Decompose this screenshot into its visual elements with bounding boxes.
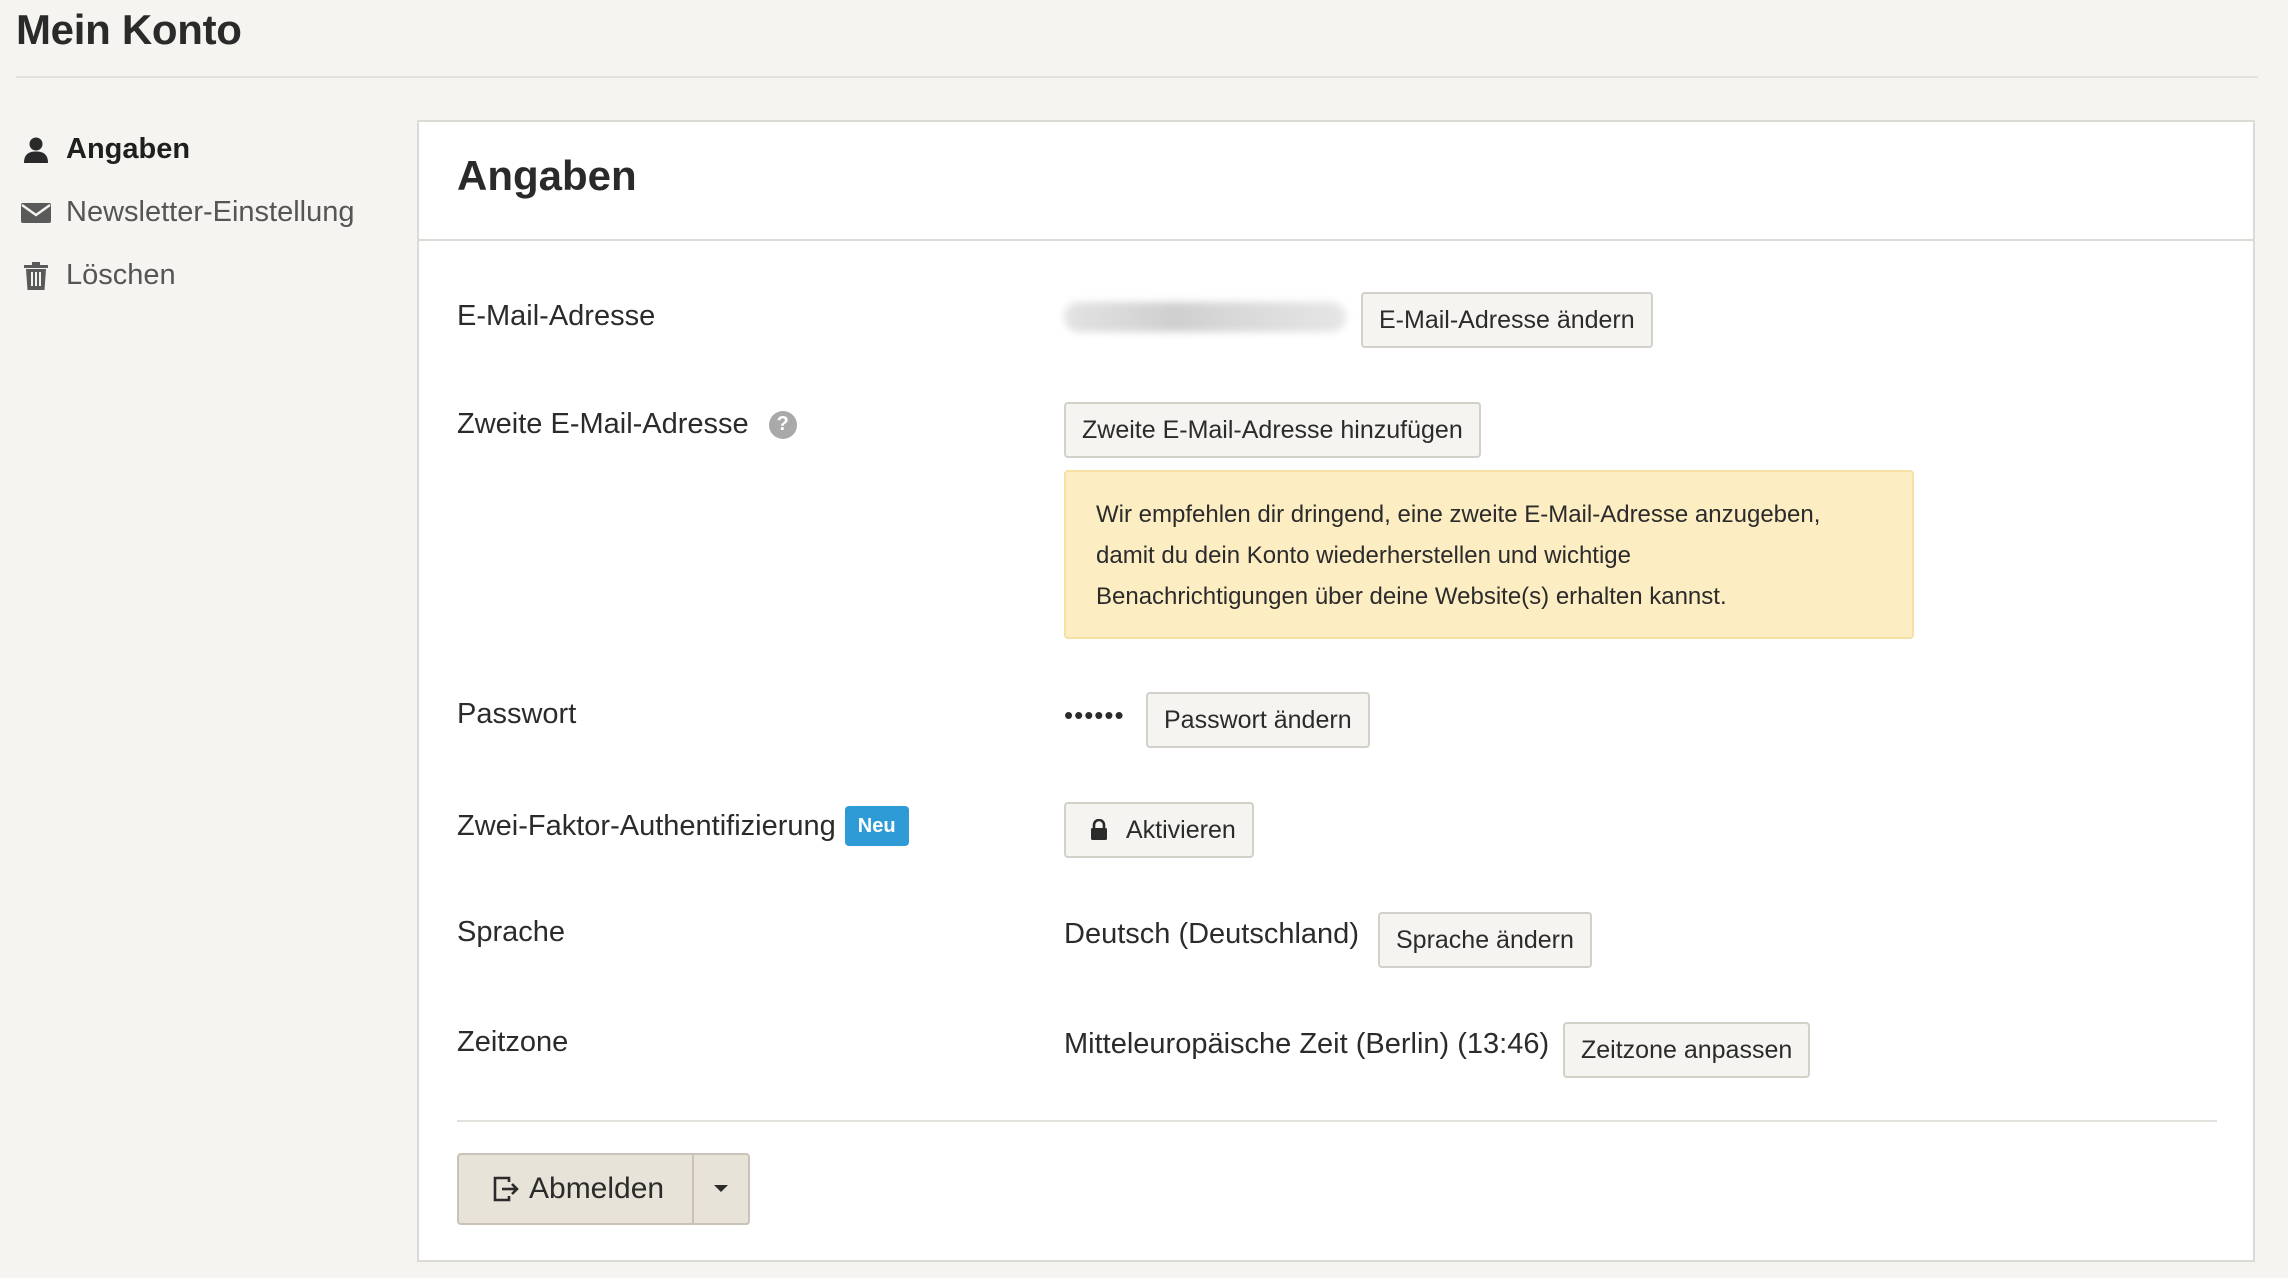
two-factor-label-row: Zwei-Faktor-Authentifizierung Neu <box>457 806 909 846</box>
change-password-button[interactable]: Passwort ändern <box>1146 692 1370 748</box>
sign-out-icon <box>491 1174 521 1204</box>
notice-line: Wir empfehlen dir dringend, eine zweite … <box>1096 501 1821 528</box>
card-header: Angaben <box>419 122 2253 241</box>
sidebar-item-label: Angaben <box>66 133 191 165</box>
page-title: Mein Konto <box>16 6 242 53</box>
caret-down-icon <box>713 1184 729 1194</box>
second-email-label: Zweite E-Mail-Adresse <box>457 408 749 440</box>
footer-divider <box>457 1120 2217 1122</box>
trash-icon <box>20 260 52 292</box>
sidebar-item-loeschen[interactable]: Löschen <box>20 244 400 307</box>
activate-two-factor-button[interactable]: Aktivieren <box>1064 802 1254 858</box>
notice-line: damit du dein Konto wiederherstellen und… <box>1096 542 1631 569</box>
notice-line: Benachrichtigungen über deine Website(s)… <box>1096 583 1727 610</box>
logout-dropdown-toggle[interactable] <box>694 1153 751 1225</box>
logout-label: Abmelden <box>529 1172 665 1205</box>
second-email-label-row: Zweite E-Mail-Adresse ? <box>457 408 797 441</box>
language-value: Deutsch (Deutschland) <box>1064 918 1359 950</box>
help-icon[interactable]: ? <box>768 410 797 439</box>
card-title: Angaben <box>457 152 637 199</box>
lock-icon <box>1090 819 1108 841</box>
sidebar-item-newsletter[interactable]: Newsletter-Einstellung <box>20 181 400 244</box>
sidebar-item-label: Löschen <box>66 259 176 291</box>
timezone-label: Zeitzone <box>457 1026 569 1058</box>
timezone-value: Mitteleuropäische Zeit (Berlin) (13:46) <box>1064 1028 1550 1060</box>
second-email-notice: Wir empfehlen dir dringend, eine zweite … <box>1064 470 1914 639</box>
sidebar-item-angaben[interactable]: Angaben <box>20 118 400 181</box>
sidebar-item-label: Newsletter-Einstellung <box>66 196 355 228</box>
header-divider <box>16 76 2258 78</box>
logout-button[interactable]: Abmelden <box>457 1153 695 1225</box>
activate-label: Aktivieren <box>1126 815 1236 844</box>
email-label: E-Mail-Adresse <box>457 300 656 332</box>
adjust-timezone-button[interactable]: Zeitzone anpassen <box>1563 1022 1811 1078</box>
add-second-email-button[interactable]: Zweite E-Mail-Adresse hinzufügen <box>1064 402 1481 458</box>
password-value: •••••• <box>1064 700 1125 730</box>
new-badge: Neu <box>844 806 909 846</box>
sidebar: Angaben Newsletter-Einstellung Löschen <box>20 118 400 307</box>
account-details-card: Angaben E-Mail-Adresse E-Mail-Adresse än… <box>417 120 2255 1262</box>
email-value-redacted <box>1064 302 1346 332</box>
language-label: Sprache <box>457 916 566 948</box>
change-email-button[interactable]: E-Mail-Adresse ändern <box>1361 292 1653 348</box>
two-factor-label: Zwei-Faktor-Authentifizierung <box>457 809 836 842</box>
logout-button-group: Abmelden <box>457 1153 751 1225</box>
envelope-icon <box>20 197 52 229</box>
user-icon <box>20 134 52 166</box>
password-label: Passwort <box>457 698 577 730</box>
change-language-button[interactable]: Sprache ändern <box>1378 912 1592 968</box>
